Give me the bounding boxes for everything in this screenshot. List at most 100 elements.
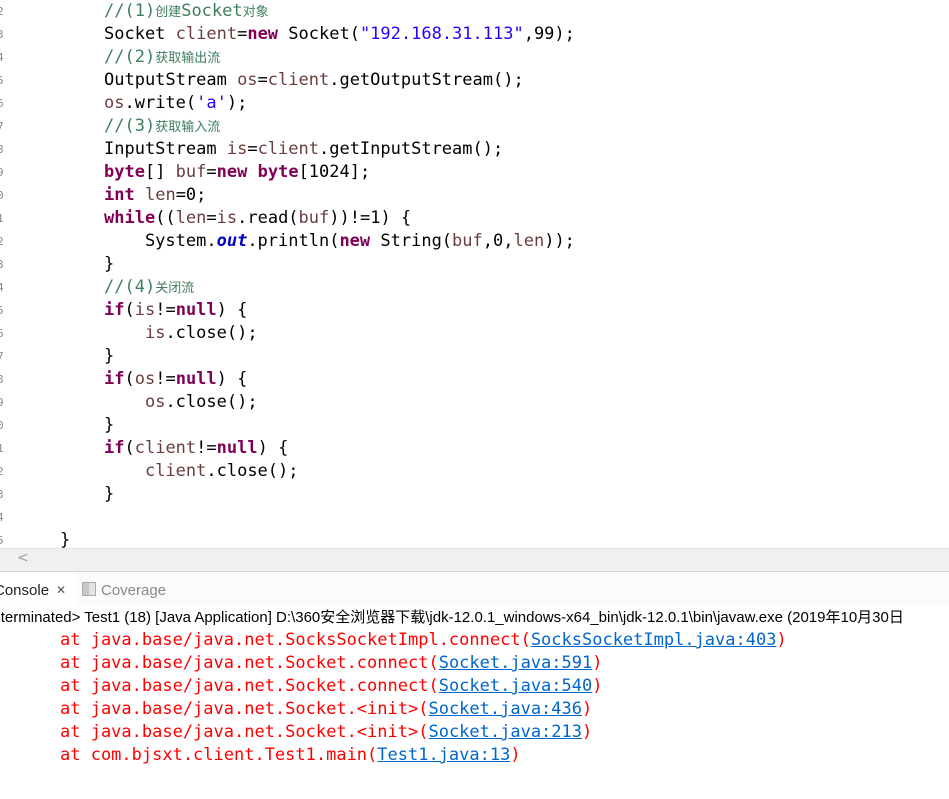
trace-frame: at java.base/java.net.Socket.<init>(: [60, 699, 429, 719]
code-token: len: [144, 185, 176, 205]
line-number: 5: [0, 74, 4, 87]
tab-console-label: Console: [0, 582, 50, 599]
code-token: .getInputStream();: [318, 139, 504, 159]
trace-frame: at java.base/java.net.SocksSocketImpl.co…: [60, 630, 531, 650]
code-line[interactable]: if(client!=null) {: [104, 437, 288, 460]
trace-frame: at java.base/java.net.Socket.connect(: [60, 653, 439, 673]
code-token: out: [216, 231, 248, 251]
code-line[interactable]: OutputStream os=client.getOutputStream()…: [104, 69, 524, 92]
code-editor[interactable]: 234567890123456789012345 //(1)创建Socket对象…: [0, 0, 949, 548]
source-link[interactable]: Socket.java:213: [428, 722, 582, 742]
code-token: }: [104, 415, 115, 435]
code-token: is: [216, 208, 238, 228]
code-token: );: [226, 93, 248, 113]
code-line[interactable]: if(is!=null) {: [104, 299, 247, 322]
code-line[interactable]: }: [60, 529, 70, 548]
code-token: =: [237, 24, 248, 44]
console-tab-bar: Console ✕ Coverage: [0, 571, 949, 605]
code-line[interactable]: InputStream is=client.getInputStream();: [104, 138, 503, 161]
code-token: null: [175, 300, 217, 320]
code-token: String(: [370, 231, 453, 251]
line-number: 1: [0, 212, 4, 225]
code-token: "192.168.31.113": [359, 24, 524, 44]
code-token: (: [124, 300, 135, 320]
horizontal-scrollbar[interactable]: <: [0, 548, 949, 571]
code-line[interactable]: }: [104, 345, 114, 368]
stack-trace-line: at com.bjsxt.client.Test1.main(Test1.jav…: [60, 744, 521, 767]
code-line[interactable]: while((len=is.read(buf))!=1) {: [104, 207, 411, 230]
code-token: =: [247, 139, 258, 159]
code-token: client: [257, 139, 319, 159]
code-token: os: [144, 392, 166, 412]
code-token: while: [104, 208, 156, 228]
code-line[interactable]: }: [104, 483, 114, 506]
code-token: if: [104, 438, 125, 458]
code-token: 获取输出流: [155, 51, 221, 66]
code-line[interactable]: os.close();: [104, 391, 258, 414]
code-token: =: [206, 162, 217, 182]
code-line[interactable]: os.write('a');: [104, 92, 247, 115]
code-line[interactable]: if(os!=null) {: [104, 368, 247, 391]
code-token: //(1): [104, 1, 156, 21]
code-token: client: [175, 24, 238, 44]
code-token: is: [226, 139, 248, 159]
code-token: 创建: [155, 5, 182, 20]
code-token: ) {: [216, 369, 248, 389]
line-number: 9: [0, 396, 4, 409]
code-token: //(4): [104, 277, 156, 297]
stack-trace-line: at java.base/java.net.SocksSocketImpl.co…: [60, 629, 787, 652]
stack-trace-line: at java.base/java.net.Socket.<init>(Sock…: [60, 698, 592, 721]
coverage-icon: [82, 582, 96, 596]
code-token: if: [104, 300, 125, 320]
code-token: new: [247, 24, 279, 44]
tab-coverage[interactable]: Coverage: [82, 572, 166, 604]
code-token: (: [124, 369, 135, 389]
code-line[interactable]: }: [104, 253, 114, 276]
trace-frame: at java.base/java.net.Socket.<init>(: [60, 722, 429, 742]
line-number: 3: [0, 28, 4, 41]
code-token: ) {: [257, 438, 289, 458]
line-number: 5: [0, 304, 4, 317]
code-line[interactable]: //(3)获取输入流: [104, 115, 220, 138]
code-token: =: [257, 70, 268, 90]
code-token: byte: [257, 162, 299, 182]
source-link[interactable]: SocksSocketImpl.java:403: [531, 630, 777, 650]
line-number: 7: [0, 120, 4, 133]
code-token: !=: [155, 300, 176, 320]
code-token: .write(: [124, 93, 197, 113]
code-token: Socket(: [278, 24, 360, 44]
close-icon[interactable]: ✕: [56, 571, 66, 609]
code-line[interactable]: //(2)获取输出流: [104, 46, 220, 69]
code-token: 获取输入流: [155, 120, 221, 135]
code-token: .close();: [165, 392, 258, 412]
console-status-line: <terminated> Test1 (18) [Java Applicatio…: [0, 606, 949, 630]
stack-trace-line: at java.base/java.net.Socket.connect(Soc…: [60, 652, 602, 675]
code-token: client: [144, 461, 207, 481]
code-token: (: [124, 438, 135, 458]
code-token: ))!=1) {: [329, 208, 412, 228]
code-token: !=: [155, 369, 176, 389]
source-link[interactable]: Socket.java:591: [439, 653, 593, 673]
source-link[interactable]: Socket.java:540: [439, 676, 593, 696]
source-link[interactable]: Test1.java:13: [377, 745, 510, 765]
line-number: 2: [0, 465, 4, 478]
code-token: }: [104, 346, 115, 366]
source-link[interactable]: Socket.java:436: [428, 699, 582, 719]
code-line[interactable]: byte[] buf=new byte[1024];: [104, 161, 370, 184]
tab-console[interactable]: Console ✕: [0, 572, 76, 604]
code-line[interactable]: //(1)创建Socket对象: [104, 0, 269, 23]
code-token: null: [175, 369, 217, 389]
line-number: 3: [0, 488, 4, 501]
code-line[interactable]: is.close();: [104, 322, 258, 345]
code-line[interactable]: Socket client=new Socket("192.168.31.113…: [104, 23, 575, 46]
line-number: 8: [0, 143, 4, 156]
code-line[interactable]: //(4)关闭流: [104, 276, 194, 299]
code-line[interactable]: System.out.println(new String(buf,0,len)…: [104, 230, 575, 253]
code-line[interactable]: }: [104, 414, 114, 437]
code-token: =: [206, 208, 217, 228]
code-line[interactable]: client.close();: [104, 460, 299, 483]
code-line[interactable]: int len=0;: [104, 184, 206, 207]
stack-trace-line: at java.base/java.net.Socket.<init>(Sock…: [60, 721, 592, 744]
scroll-left-icon[interactable]: <: [17, 550, 29, 566]
